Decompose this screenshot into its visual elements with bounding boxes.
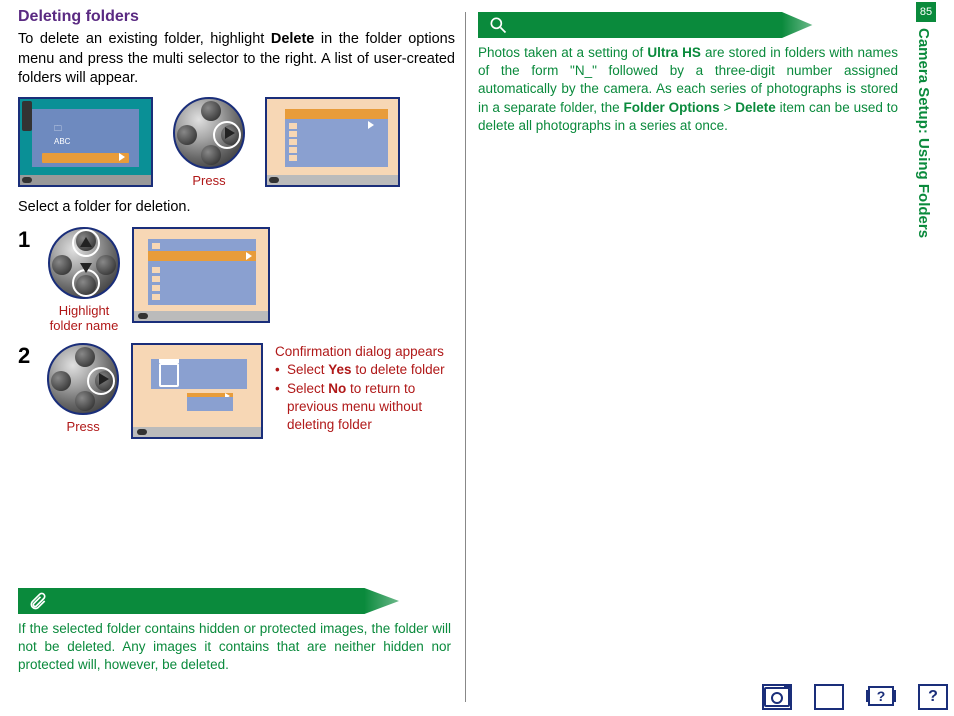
- side-tab: 85 Camera Setup: Using Folders: [916, 2, 936, 238]
- nav-camera-icon[interactable]: [762, 684, 792, 710]
- step-2-number: 2: [18, 343, 35, 369]
- left-column: Deleting folders To delete an existing f…: [0, 0, 465, 716]
- section-heading: Deleting folders: [18, 8, 455, 26]
- note-bar: [18, 588, 451, 614]
- svg-text:?: ?: [877, 688, 886, 704]
- step-1-caption: Highlightfolder name: [48, 303, 120, 333]
- tip-text: Photos taken at a setting of Ultra HS ar…: [478, 44, 898, 135]
- intro-paragraph: To delete an existing folder, highlight …: [18, 30, 455, 89]
- bottom-nav: ? ?: [762, 684, 948, 710]
- confirm-text: Confirmation dialog appears Select Yes t…: [275, 343, 455, 434]
- camera-screen-folders-select: [132, 227, 270, 323]
- step-1-number: 1: [18, 227, 36, 253]
- camera-screen-confirm: [131, 343, 263, 439]
- dpad-highlight: [48, 227, 120, 299]
- note-block: If the selected folder contains hidden o…: [18, 588, 451, 675]
- step-2-row: 2 Press Confirmation dialog appears Sele…: [18, 343, 455, 439]
- select-caption: Select a folder for deletion.: [18, 198, 455, 218]
- page-number: 85: [916, 2, 936, 22]
- trash-icon: [159, 363, 179, 387]
- nav-slideshow-icon[interactable]: ?: [866, 684, 896, 710]
- nav-toc-icon[interactable]: [814, 684, 844, 710]
- magnifier-icon: [488, 15, 508, 40]
- right-column: Photos taken at a setting of Ultra HS ar…: [466, 0, 936, 716]
- camera-screen-folders: [265, 97, 400, 187]
- paperclip-icon: [28, 591, 48, 616]
- section-tab-label: Camera Setup: Using Folders: [916, 22, 931, 238]
- dpad-press-right-2: [47, 343, 119, 415]
- nav-help-icon[interactable]: ?: [918, 684, 948, 710]
- press-caption-1: Press: [173, 173, 245, 188]
- step-1-row: 1 Highlightfolder name: [18, 227, 455, 333]
- illustration-row-1: 🗀 ABC Press: [18, 97, 455, 188]
- dpad-press-right-1: Press: [173, 97, 245, 188]
- note-text: If the selected folder contains hidden o…: [18, 620, 451, 675]
- camera-screen-menu: 🗀 ABC: [18, 97, 153, 187]
- step-2-caption: Press: [47, 419, 119, 434]
- tip-bar: [478, 12, 858, 38]
